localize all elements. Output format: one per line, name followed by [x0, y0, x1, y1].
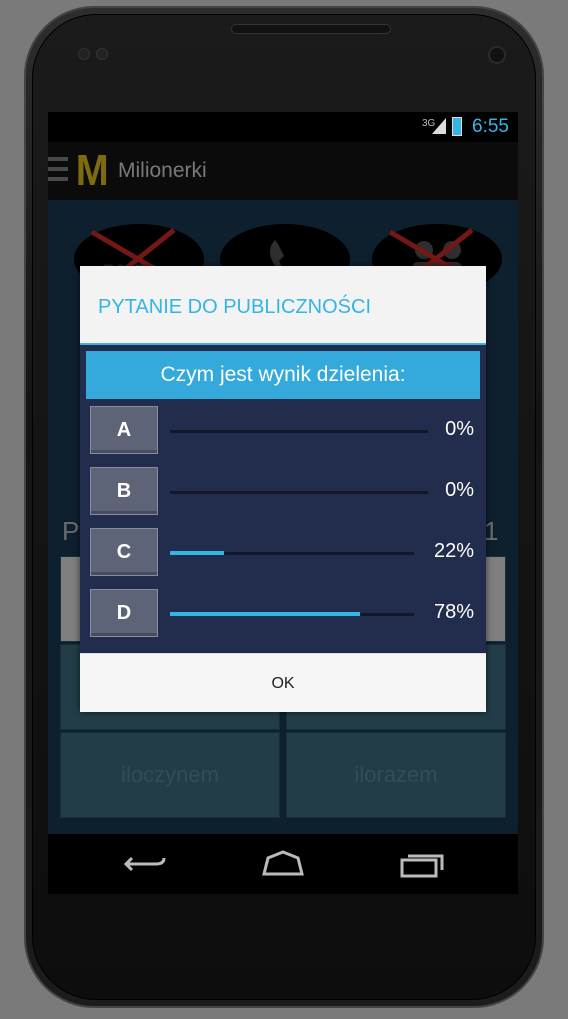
answer-letter-b: B: [90, 467, 158, 515]
audience-poll-dialog: PYTANIE DO PUBLICZNOŚCI Czym jest wynik …: [80, 266, 486, 712]
poll-bar: [170, 491, 428, 494]
home-icon[interactable]: [260, 850, 306, 878]
sensor: [96, 48, 108, 60]
recent-apps-icon[interactable]: [400, 850, 446, 878]
poll-bar: [170, 430, 428, 433]
signal-icon: [432, 118, 446, 134]
speaker-grille: [231, 24, 391, 34]
poll-bar: [170, 612, 414, 616]
status-bar: 3G 6:55: [48, 112, 518, 142]
poll-row-d: D 78%: [80, 589, 486, 639]
poll-bar-fill: [170, 551, 224, 555]
poll-percent: 22%: [433, 540, 474, 562]
poll-percent: 0%: [445, 418, 474, 440]
poll-percent: 78%: [433, 601, 474, 623]
navigation-bar: [48, 834, 518, 894]
ok-button[interactable]: OK: [80, 654, 486, 713]
answer-letter-a: A: [90, 406, 158, 454]
poll-row-b: B 0%: [80, 467, 486, 517]
poll-row-c: C 22%: [80, 528, 486, 578]
answer-letter-d: D: [90, 589, 158, 637]
front-camera: [488, 46, 506, 64]
poll-percent: 0%: [445, 479, 474, 501]
battery-icon: [452, 117, 462, 136]
back-icon[interactable]: [122, 850, 168, 878]
poll-bar-fill: [170, 612, 361, 616]
sensor: [78, 48, 90, 60]
poll-row-a: A 0%: [80, 406, 486, 456]
poll-bar: [170, 551, 414, 555]
poll-body: Czym jest wynik dzielenia: A 0% B 0% C 22% D 78…: [80, 345, 486, 653]
dialog-title: PYTANIE DO PUBLICZNOŚCI: [98, 296, 372, 318]
dialog-footer: OK: [80, 653, 486, 712]
answer-letter-c: C: [90, 528, 158, 576]
question-text: Czym jest wynik dzielenia:: [86, 351, 480, 399]
clock: 6:55: [472, 116, 509, 137]
